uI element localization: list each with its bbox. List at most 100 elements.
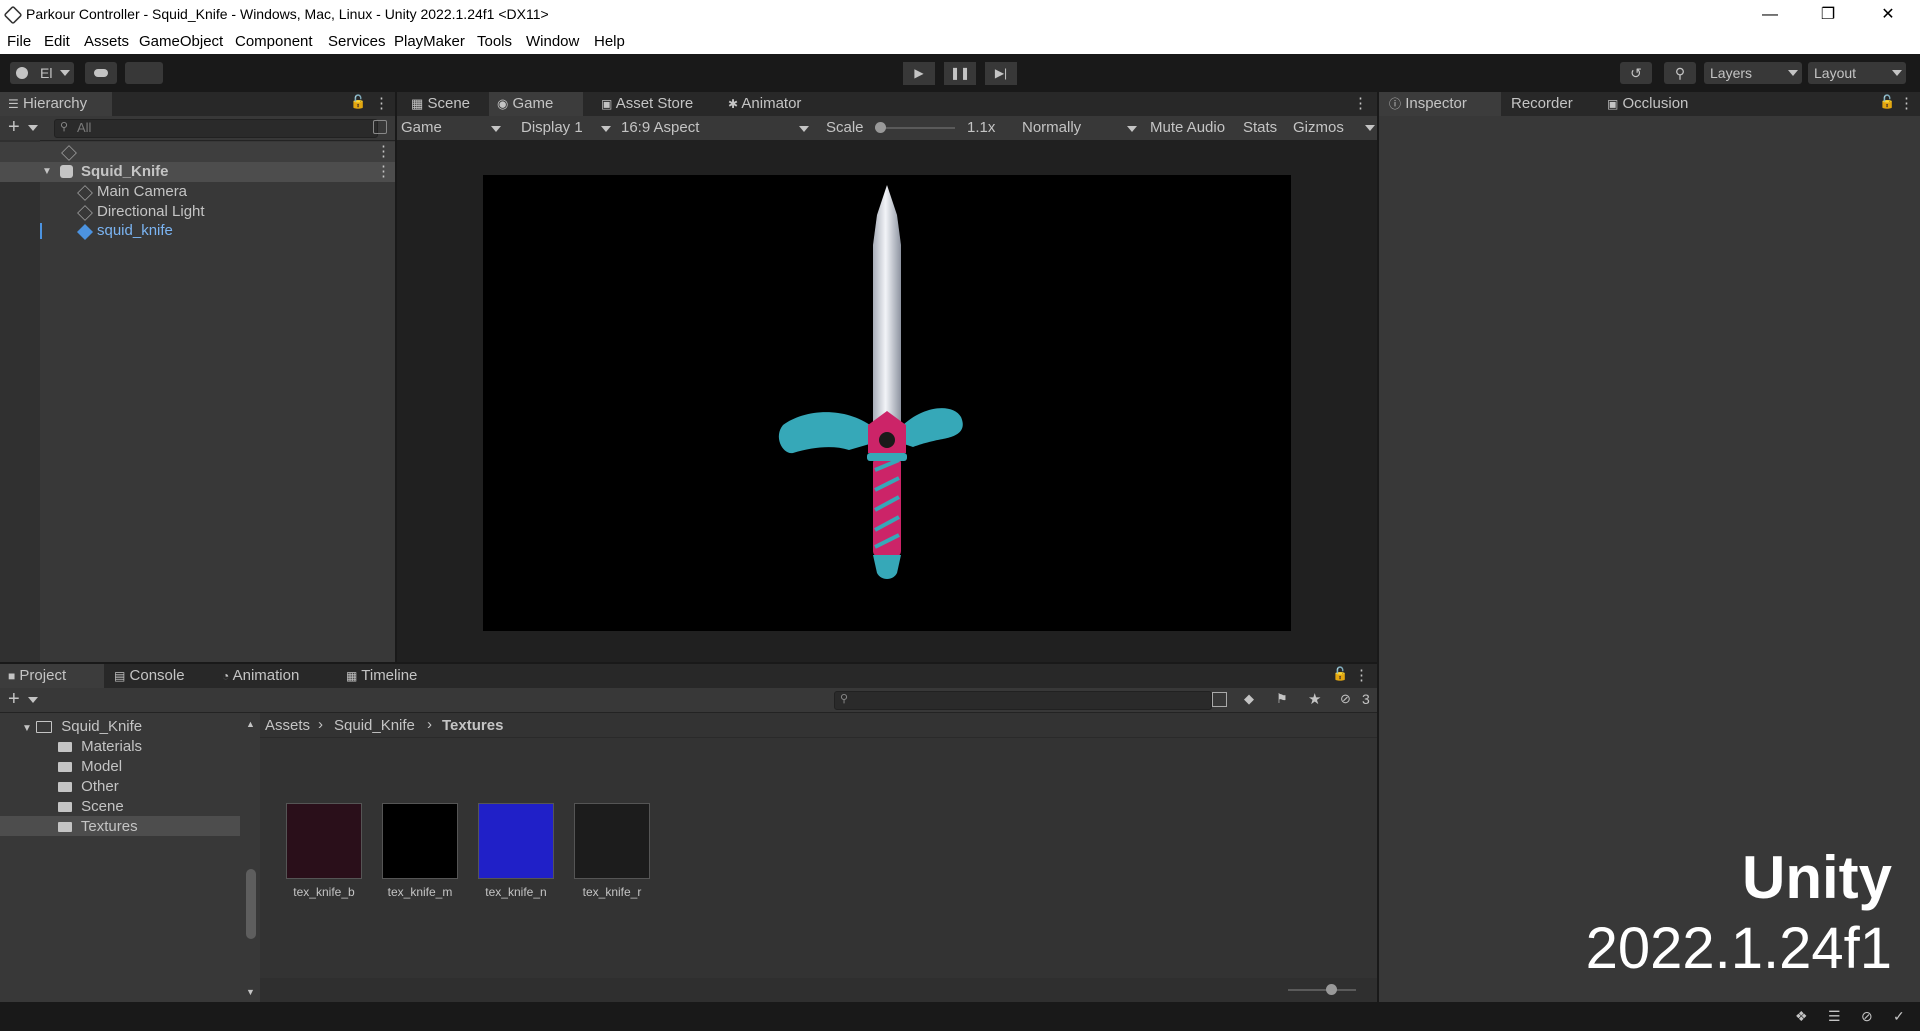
menu-assets[interactable]: Assets (84, 33, 129, 50)
tab-game[interactable]: ◉ Game (489, 92, 583, 116)
scroll-up-icon[interactable]: ▲ (246, 719, 255, 729)
breadcrumb-item[interactable]: Assets (265, 717, 310, 734)
cloud-button[interactable] (85, 62, 117, 84)
tab-animator-label: Animator (741, 95, 802, 112)
gizmos-toggle[interactable]: Gizmos (1293, 118, 1344, 138)
tab-inspector[interactable]: ⓘ Inspector (1379, 92, 1501, 116)
add-icon[interactable]: + (8, 688, 20, 710)
layers-status-icon[interactable]: ☰ (1828, 1008, 1841, 1025)
close-icon[interactable]: ✕ (1865, 0, 1911, 29)
tab-animator[interactable]: ✱ Animator (722, 92, 828, 116)
lock-icon[interactable]: 🔓 (1879, 94, 1895, 110)
network-icon[interactable]: ⊘ (1861, 1008, 1873, 1025)
folder-tree: ▼ Squid_Knife Materials Model Other Scen… (0, 713, 256, 1002)
play-button[interactable]: ▶ (903, 62, 935, 85)
account-dropdown[interactable]: El (10, 62, 74, 84)
tab-hierarchy[interactable]: ☰ Hierarchy (0, 92, 112, 116)
tree-item-model[interactable]: Model (58, 757, 122, 776)
menu-component[interactable]: Component (235, 33, 313, 50)
scrollbar-thumb[interactable] (246, 869, 256, 939)
hierarchy-item-selected[interactable]: squid_knife (0, 221, 395, 241)
tab-project[interactable]: ■ Project (0, 664, 104, 688)
asset-item[interactable]: tex_knife_r (566, 803, 658, 899)
restore-icon[interactable]: ❐ (1805, 0, 1851, 29)
scroll-down-icon[interactable]: ▼ (246, 987, 255, 997)
game-viewport[interactable] (483, 175, 1291, 631)
tree-item-other[interactable]: Other (58, 777, 119, 796)
menu-edit[interactable]: Edit (44, 33, 70, 50)
tab-asset-store[interactable]: ▣ Asset Store (595, 92, 711, 116)
layers-dropdown[interactable]: Layers (1704, 62, 1802, 84)
add-icon[interactable]: + (8, 116, 20, 138)
scene-row[interactable]: ▼ Squid_Knife ⋮ (0, 162, 395, 182)
menu-tools[interactable]: Tools (477, 33, 512, 50)
tree-item-root[interactable]: ▼ Squid_Knife (22, 717, 142, 736)
asset-item[interactable]: tex_knife_b (278, 803, 370, 899)
tree-item-textures[interactable]: Textures (58, 817, 138, 836)
tree-scrollbar[interactable]: ▲ ▼ (246, 719, 256, 999)
star-icon[interactable]: ★ (1308, 690, 1321, 708)
guard-left (778, 412, 873, 454)
mute-audio-toggle[interactable]: Mute Audio (1150, 118, 1225, 138)
lock-icon[interactable]: 🔓 (1332, 666, 1348, 682)
history-button[interactable]: ↺ (1620, 62, 1652, 84)
kebab-menu-icon[interactable]: ⋮ (376, 142, 391, 162)
stats-toggle[interactable]: Stats (1243, 118, 1277, 138)
icon-size-slider-handle[interactable] (1326, 984, 1337, 995)
scale-slider[interactable] (875, 122, 955, 133)
scale-slider-handle[interactable] (875, 122, 886, 133)
label-icon[interactable]: ⚑ (1276, 691, 1288, 707)
tab-console[interactable]: ▤ Console (110, 664, 204, 688)
chevron-down-icon[interactable] (1365, 125, 1375, 131)
kebab-menu-icon[interactable]: ⋮ (376, 162, 391, 182)
chevron-down-icon[interactable] (28, 697, 38, 703)
tab-scene[interactable]: ▦ Scene (403, 92, 487, 116)
hierarchy-item[interactable]: Main Camera (0, 182, 395, 202)
play-mode-dropdown[interactable]: Normally (1022, 118, 1137, 138)
menu-services[interactable]: Services (328, 33, 386, 50)
pause-button[interactable]: ❚❚ (944, 62, 976, 85)
minimize-icon[interactable]: — (1747, 0, 1793, 29)
tab-recorder[interactable]: Recorder (1505, 92, 1591, 116)
lock-icon[interactable]: 🔓 (350, 94, 366, 110)
tab-timeline[interactable]: ▦ Timeline (344, 664, 446, 688)
check-icon[interactable]: ✓ (1893, 1008, 1905, 1025)
tab-occlusion[interactable]: ▣ Occlusion (1601, 92, 1717, 116)
debug-icon[interactable]: ❖ (1795, 1008, 1808, 1025)
display-dropdown[interactable]: Display 1 (521, 118, 616, 138)
icon-size-slider[interactable] (1288, 984, 1356, 995)
scene-visibility-icon[interactable] (373, 120, 387, 134)
asset-item[interactable]: tex_knife_n (470, 803, 562, 899)
tab-animation[interactable]: ◔ Animation (220, 664, 322, 688)
kebab-menu-icon[interactable]: ⋮ (374, 94, 389, 112)
tree-item-scene[interactable]: Scene (58, 797, 124, 816)
search-mode-icon[interactable] (1212, 692, 1227, 707)
breadcrumb-item[interactable]: Squid_Knife (334, 717, 415, 734)
breadcrumb-current[interactable]: Textures (442, 717, 503, 734)
hierarchy-search-input[interactable]: ⚲ All (54, 119, 378, 138)
step-button[interactable]: ▶| (985, 62, 1017, 85)
collab-button[interactable] (125, 62, 163, 84)
search-button[interactable]: ⚲ (1664, 62, 1696, 84)
chevron-down-icon[interactable] (28, 125, 38, 131)
menu-gameobject[interactable]: GameObject (139, 33, 223, 50)
chevron-down-icon[interactable]: ▼ (42, 162, 52, 182)
tree-item-label: Textures (80, 818, 138, 835)
game-mode-dropdown[interactable]: Game (401, 118, 501, 138)
project-search-input[interactable]: ⚲ (834, 691, 1212, 710)
kebab-menu-icon[interactable]: ⋮ (1354, 666, 1369, 684)
menu-playmaker[interactable]: PlayMaker (394, 33, 465, 50)
kebab-menu-icon[interactable]: ⋮ (1899, 94, 1914, 112)
kebab-menu-icon[interactable]: ⋮ (1353, 94, 1368, 112)
menu-help[interactable]: Help (594, 33, 625, 50)
hierarchy-item[interactable]: Directional Light (0, 202, 395, 222)
layout-dropdown[interactable]: Layout (1808, 62, 1906, 84)
tree-item-materials[interactable]: Materials (58, 737, 142, 756)
filter-type-icon[interactable]: ◆ (1244, 691, 1254, 707)
aspect-dropdown[interactable]: 16:9 Aspect (621, 118, 813, 138)
menu-file[interactable]: File (7, 33, 31, 50)
asset-item[interactable]: tex_knife_m (374, 803, 466, 899)
menu-window[interactable]: Window (526, 33, 579, 50)
hidden-packages-icon[interactable]: ⊘ (1340, 691, 1351, 707)
prefab-stage-row[interactable]: ⋮ (0, 142, 395, 162)
